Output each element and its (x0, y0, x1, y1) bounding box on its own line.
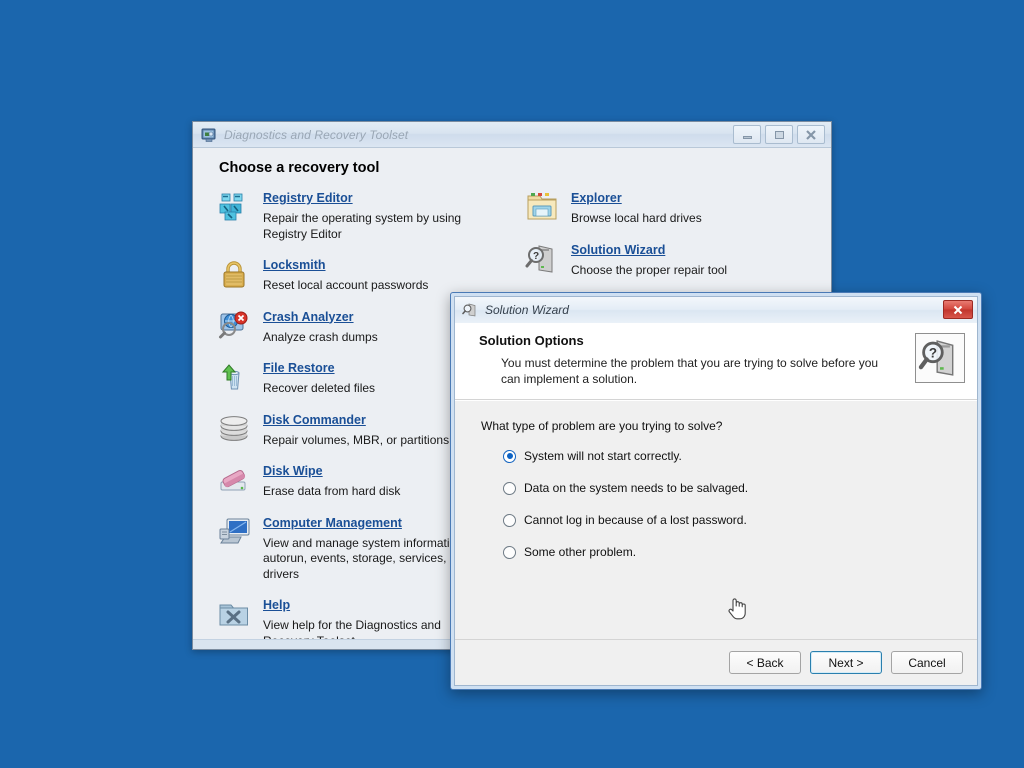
tool-desc-disk-wipe: Erase data from hard disk (263, 484, 401, 498)
desktop-background: Diagnostics and Recovery Toolset Choose … (0, 0, 1024, 768)
tool-link-file-restore[interactable]: File Restore (263, 361, 335, 375)
tool-link-crash-analyzer[interactable]: Crash Analyzer (263, 310, 354, 324)
padlock-icon (217, 257, 251, 291)
help-folder-icon (217, 597, 251, 631)
svg-text:?: ? (929, 346, 937, 361)
radio-option-data-salvage[interactable]: Data on the system needs to be salvaged. (481, 481, 977, 495)
file-restore-icon (217, 360, 251, 394)
folder-icon (525, 190, 559, 224)
tool-link-explorer[interactable]: Explorer (571, 191, 622, 205)
dialog-question-label: What type of problem are you trying to s… (481, 419, 723, 433)
dialog-titlebar[interactable]: Solution Wizard (455, 297, 977, 323)
back-button[interactable]: < Back (729, 651, 801, 674)
maximize-button[interactable] (765, 125, 793, 144)
tool-link-registry-editor[interactable]: Registry Editor (263, 191, 353, 205)
tool-desc-disk-commander: Repair volumes, MBR, or partitions (263, 432, 450, 447)
window-controls (733, 125, 825, 144)
crash-analyzer-icon (217, 309, 251, 343)
solution-wizard-icon: ? (525, 242, 559, 276)
toolset-icon (201, 127, 217, 143)
tool-desc-registry-editor: Repair the operating system by using Reg… (263, 211, 462, 241)
tool-desc-file-restore: Recover deleted files (263, 381, 376, 395)
tool-link-locksmith[interactable]: Locksmith (263, 258, 326, 272)
tool-desc-locksmith: Reset local account passwords (263, 278, 429, 292)
tool-item-locksmith[interactable]: Locksmith Reset local account passwords (217, 255, 515, 294)
tool-desc-solution-wizard: Choose the proper repair tool (571, 262, 728, 277)
dialog-footer: < Back Next > Cancel (455, 639, 977, 685)
solution-wizard-icon (462, 302, 478, 318)
dialog-header-subtitle: You must determine the problem that you … (501, 356, 879, 386)
registry-editor-icon (217, 190, 251, 224)
dialog-content: What type of problem are you trying to s… (455, 400, 977, 639)
dialog-header-icon: ? (915, 333, 965, 383)
tool-item-registry-editor[interactable]: Registry Editor Repair the operating sys… (217, 188, 515, 242)
tool-link-computer-management[interactable]: Computer Management (263, 516, 402, 530)
tool-desc-explorer: Browse local hard drives (571, 211, 702, 225)
page-title: Choose a recovery tool (219, 160, 380, 176)
radio-icon[interactable] (503, 545, 516, 559)
close-icon (806, 129, 816, 140)
dialog-header-title: Solution Options (479, 333, 584, 348)
tool-item-explorer[interactable]: Explorer Browse local hard drives (525, 188, 813, 227)
main-window-titlebar[interactable]: Diagnostics and Recovery Toolset (193, 122, 831, 148)
disk-stack-icon (217, 412, 251, 446)
dialog-inner: Solution Wizard Solution Options You mus… (454, 296, 978, 686)
radio-icon[interactable] (503, 481, 516, 495)
radio-label: Data on the system needs to be salvaged. (524, 481, 749, 495)
tool-item-solution-wizard[interactable]: ? Solution Wizard Choose the proper repa… (525, 240, 813, 279)
tool-desc-crash-analyzer: Analyze crash dumps (263, 329, 378, 344)
tool-link-disk-commander[interactable]: Disk Commander (263, 413, 366, 427)
main-window-title: Diagnostics and Recovery Toolset (224, 127, 409, 142)
close-button[interactable] (797, 125, 825, 144)
radio-option-lost-password[interactable]: Cannot log in because of a lost password… (481, 513, 977, 527)
dialog-close-button[interactable] (943, 300, 973, 319)
radio-icon[interactable] (503, 449, 516, 463)
disk-wipe-icon (217, 463, 251, 497)
solution-wizard-dialog: Solution Wizard Solution Options You mus… (450, 292, 982, 690)
svg-text:?: ? (533, 251, 539, 262)
radio-label: Some other problem. (524, 545, 637, 559)
tool-desc-computer-management: View and manage system information, auto… (263, 535, 470, 581)
cancel-button[interactable]: Cancel (891, 651, 963, 674)
radio-label: System will not start correctly. (524, 449, 682, 463)
tool-link-disk-wipe[interactable]: Disk Wipe (263, 464, 323, 478)
next-button[interactable]: Next > (810, 651, 882, 674)
close-icon (953, 305, 963, 314)
radio-option-system-will-not-start[interactable]: System will not start correctly. (481, 449, 977, 463)
computer-management-icon (217, 515, 251, 549)
radio-label: Cannot log in because of a lost password… (524, 513, 747, 527)
tool-link-solution-wizard[interactable]: Solution Wizard (571, 243, 665, 257)
radio-icon[interactable] (503, 513, 516, 527)
dialog-header: Solution Options You must determine the … (455, 323, 977, 400)
radio-option-some-other-problem[interactable]: Some other problem. (481, 545, 977, 559)
tool-link-help[interactable]: Help (263, 598, 290, 612)
dialog-title: Solution Wizard (485, 303, 569, 317)
minimize-button[interactable] (733, 125, 761, 144)
